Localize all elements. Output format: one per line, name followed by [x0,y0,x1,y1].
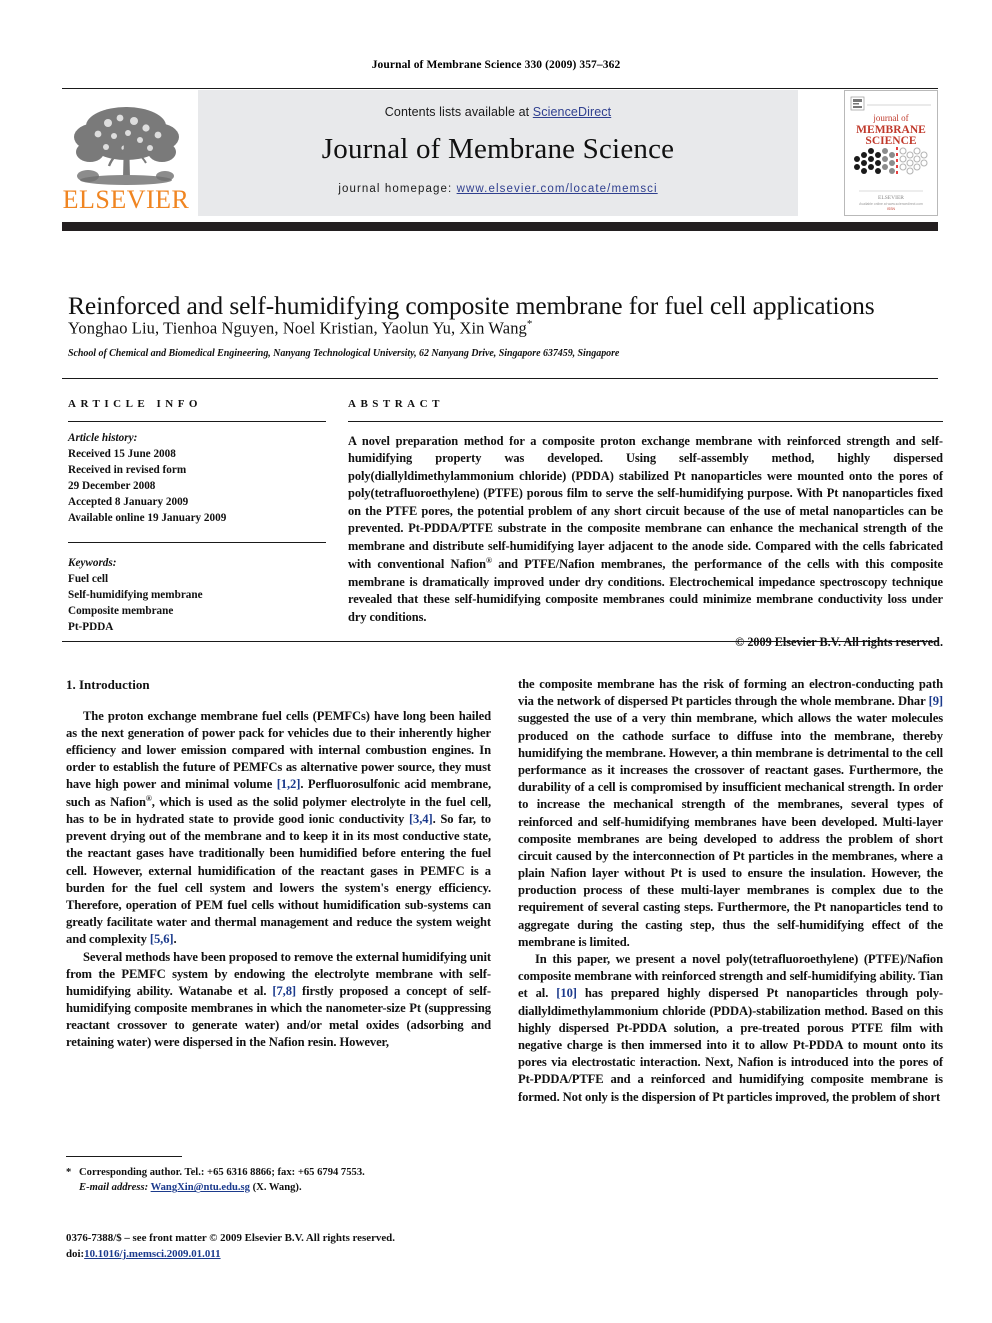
affiliation: School of Chemical and Biomedical Engine… [68,348,620,359]
footnote-rule [66,1156,182,1157]
keyword-item: Composite membrane [68,605,174,618]
keyword-item: Self-humidifying membrane [68,589,203,602]
journal-title: Journal of Membrane Science [321,133,675,165]
citation-ref[interactable]: [9] [929,694,943,708]
article-info-column: ARTICLE INFO Article history: Received 1… [68,398,326,636]
paper-page: Journal of Membrane Science 330 (2009) 3… [0,0,992,1323]
history-item: Received 15 June 2008 [68,447,176,460]
page-title: Reinforced and self-humidifying composit… [68,291,875,321]
history-item: Available online 19 January 2009 [68,511,227,524]
article-history: Article history: Received 15 June 2008 R… [68,431,326,526]
abstract-heading: ABSTRACT [348,398,444,410]
svg-text:ISSN: ISSN [887,207,895,211]
elsevier-tree-icon: ELSEVIER [63,107,190,214]
journal-cover-thumbnail: journal of MEMBRANE SCIENCE ELSEVIER Ava… [844,90,938,216]
journal-header: ELSEVIER Contents lists available at Sci… [62,90,938,216]
email-label: E-mail address: [79,1182,149,1194]
footnote-star: * [66,1167,72,1178]
header-black-bar [62,222,938,231]
abstract-bottom-rule [62,641,938,642]
article-history-label: Article history: [68,432,138,444]
svg-text:SCIENCE: SCIENCE [865,135,916,147]
author-names: Yonghao Liu, Tienhoa Nguyen, Noel Kristi… [68,318,527,338]
doi-link[interactable]: 10.1016/j.memsci.2009.01.011 [84,1248,220,1260]
keyword-item: Fuel cell [68,573,109,586]
body-column-right: the composite membrane has the risk of f… [518,676,943,1106]
journal-cover-art-icon: journal of MEMBRANE SCIENCE ELSEVIER Ava… [845,91,937,215]
copyright-line: © 2009 Elsevier B.V. All rights reserved… [735,635,943,650]
paragraph: The proton exchange membrane fuel cells … [66,708,491,947]
journal-homepage-link[interactable]: www.elsevier.com/locate/memsci [457,183,658,195]
corresponding-author-text: Corresponding author. Tel.: +65 6316 886… [79,1167,365,1178]
corresponding-author-marker: * [526,318,533,330]
paragraph: Several methods have been proposed to re… [66,949,491,1050]
article-info-rule [68,421,326,422]
email-owner: (X. Wang). [252,1182,302,1194]
doi-label: doi: [66,1248,85,1261]
issn-block: 0376-7388/$ – see front matter © 2009 El… [66,1230,536,1263]
history-item: 29 December 2008 [68,479,156,492]
author-list: Yonghao Liu, Tienhoa Nguyen, Noel Kristi… [68,318,944,339]
paragraph: In this paper, we present a novel poly(t… [518,952,943,1104]
abstract-text: A novel preparation method for a composi… [348,434,943,624]
journal-homepage-line: journal homepage: www.elsevier.com/locat… [198,183,798,195]
paragraph: the composite membrane has the risk of f… [518,677,943,949]
citation-ref[interactable]: [3,4] [409,812,433,826]
keywords-block: Keywords: Fuel cell Self-humidifying mem… [68,556,326,636]
sciencedirect-link[interactable]: ScienceDirect [533,105,611,119]
abstract-column: ABSTRACT A novel preparation method for … [348,398,943,650]
header-top-rule [62,88,938,89]
abstract-rule [348,421,943,422]
citation-ref[interactable]: [7,8] [272,984,296,998]
keyword-item: Pt-PDDA [68,621,114,634]
journal-banner-panel: Contents lists available at ScienceDirec… [198,90,798,216]
homepage-label: journal homepage: [338,183,457,195]
section-heading-introduction: 1. Introduction [66,677,150,692]
footnote-block: * Corresponding author. Tel.: +65 6316 88… [66,1165,496,1196]
keywords-label: Keywords: [68,557,117,570]
abstract-top-rule [62,378,938,379]
svg-text:ELSEVIER: ELSEVIER [878,195,904,201]
corresponding-author-note: * Corresponding author. Tel.: +65 6316 88… [66,1165,496,1180]
svg-text:ELSEVIER: ELSEVIER [63,185,190,214]
contents-lists-prefix: Contents lists available at [384,105,533,119]
email-link[interactable]: WangXin@ntu.edu.sg [151,1182,250,1193]
elsevier-logo: ELSEVIER [62,90,192,216]
running-head: Journal of Membrane Science 330 (2009) 3… [371,59,621,71]
article-info-heading: ARTICLE INFO [68,398,202,410]
contents-lists-line: Contents lists available at ScienceDirec… [198,90,798,119]
svg-text:journal of: journal of [872,113,908,123]
citation-ref[interactable]: [5,6] [150,932,174,946]
citation-ref[interactable]: [1,2] [277,777,301,791]
email-note: E-mail address: WangXin@ntu.edu.sg (X. W… [66,1180,496,1195]
body-column-left: 1. Introduction The proton exchange memb… [66,676,491,1052]
history-item: Accepted 8 January 2009 [68,495,189,508]
doi-line: doi:10.1016/j.memsci.2009.01.011 [66,1246,536,1262]
issn-line: 0376-7388/$ – see front matter © 2009 El… [66,1232,395,1244]
history-item: Received in revised form [68,463,187,476]
svg-text:Available online at www.scienc: Available online at www.sciencedirect.co… [859,202,923,206]
keywords-rule [68,542,326,544]
citation-ref[interactable]: [10] [556,986,577,1000]
